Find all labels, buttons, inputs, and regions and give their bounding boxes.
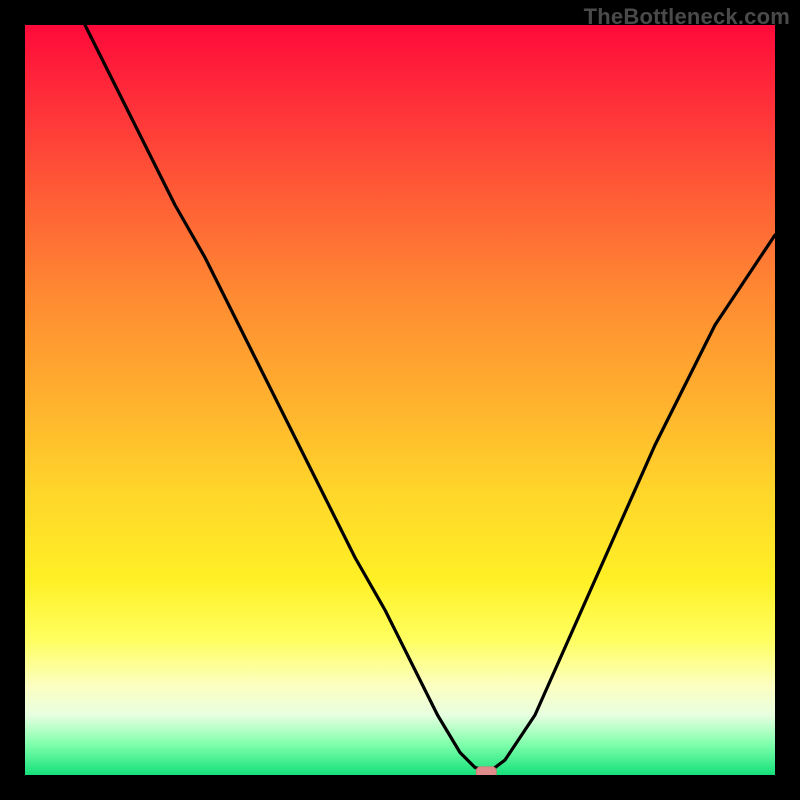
plot-area [25, 25, 775, 775]
bottleneck-curve [85, 25, 775, 771]
chart-frame: TheBottleneck.com [0, 0, 800, 800]
optimal-point-marker [476, 767, 496, 775]
chart-svg [25, 25, 775, 775]
